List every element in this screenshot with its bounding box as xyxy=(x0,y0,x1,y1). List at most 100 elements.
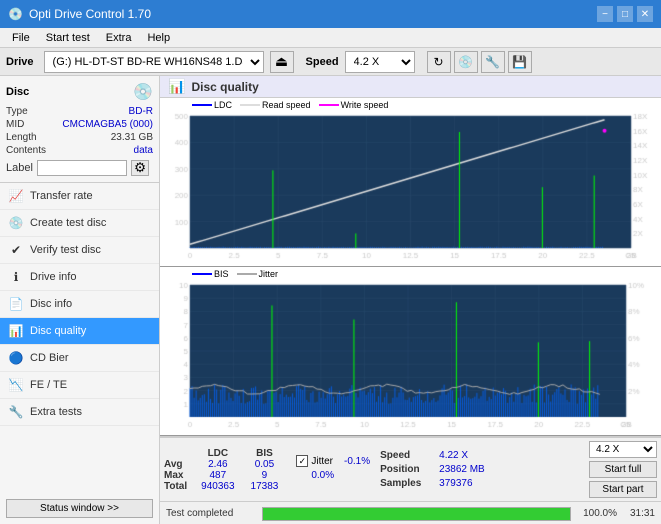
disc-quality-header-icon: 📊 xyxy=(168,78,185,95)
samples-value: 379376 xyxy=(439,478,472,489)
read-label: Read speed xyxy=(262,100,311,110)
position-row: Position 23862 MB xyxy=(380,464,485,475)
legend-read: Read speed xyxy=(240,100,311,110)
disc-button[interactable]: 💿 xyxy=(454,51,478,73)
save-button[interactable]: 💾 xyxy=(508,51,532,73)
progress-bar-inner xyxy=(263,508,570,520)
max-label: Max xyxy=(164,470,193,481)
fe-te-icon: 📉 xyxy=(8,377,24,393)
avg-jitter: -0.1% xyxy=(344,456,370,467)
disc-type-row: Type BD-R xyxy=(6,106,153,117)
max-jitter-row: 0.0% xyxy=(296,470,370,481)
legend-bis: BIS xyxy=(192,269,229,279)
menu-help[interactable]: Help xyxy=(139,30,178,46)
disc-contents-value: data xyxy=(134,145,153,156)
max-ldc: 487 xyxy=(193,470,242,481)
sidebar-item-drive-info[interactable]: ℹ Drive info xyxy=(0,264,159,291)
eject-button[interactable]: ⏏ xyxy=(270,51,294,73)
sidebar-item-create-test-disc[interactable]: 💿 Create test disc xyxy=(0,210,159,237)
sidebar-item-disc-quality[interactable]: 📊 Disc quality xyxy=(0,318,159,345)
settings-button[interactable]: 🔧 xyxy=(481,51,505,73)
start-part-button[interactable]: Start part xyxy=(589,481,657,498)
total-bis: 17383 xyxy=(243,481,287,492)
disc-length-value: 23.31 GB xyxy=(111,132,153,143)
disc-header: Disc 💿 xyxy=(6,82,153,102)
drivebar-icons: ↻ 💿 🔧 💾 xyxy=(427,51,532,73)
jitter-color xyxy=(237,273,257,275)
verify-test-disc-icon: ✔ xyxy=(8,242,24,258)
maximize-button[interactable]: □ xyxy=(617,6,633,22)
refresh-button[interactable]: ↻ xyxy=(427,51,451,73)
disc-info-icon: 📄 xyxy=(8,296,24,312)
speed-select[interactable]: 4.2 X xyxy=(345,51,415,73)
disc-label-input[interactable] xyxy=(37,160,127,176)
jitter-check-label: Jitter xyxy=(311,456,333,467)
sidebar-item-transfer-rate[interactable]: 📈 Transfer rate xyxy=(0,183,159,210)
drive-select[interactable]: (G:) HL-DT-ST BD-RE WH16NS48 1.D3 xyxy=(44,51,264,73)
position-value: 23862 MB xyxy=(439,464,485,475)
avg-bis: 0.05 xyxy=(243,459,287,470)
sidebar-item-verify-test-disc[interactable]: ✔ Verify test disc xyxy=(0,237,159,264)
content-area: 📊 Disc quality LDC Read speed xyxy=(160,76,661,524)
legend-jitter: Jitter xyxy=(237,269,279,279)
sidebar-item-disc-info[interactable]: 📄 Disc info xyxy=(0,291,159,318)
titlebar: 💿 Opti Drive Control 1.70 − □ ✕ xyxy=(0,0,661,28)
drivebar: Drive (G:) HL-DT-ST BD-RE WH16NS48 1.D3 … xyxy=(0,48,661,76)
minimize-button[interactable]: − xyxy=(597,6,613,22)
disc-label-row: Label ⚙ xyxy=(6,160,153,176)
status-window-button[interactable]: Status window >> xyxy=(6,499,153,518)
drive-label: Drive xyxy=(6,56,34,68)
transfer-rate-icon: 📈 xyxy=(8,188,24,204)
create-test-disc-icon: 💿 xyxy=(8,215,24,231)
avg-ldc: 2.46 xyxy=(193,459,242,470)
col-bis: BIS xyxy=(243,448,287,459)
disc-quality-title: Disc quality xyxy=(191,80,258,94)
app-icon: 💿 xyxy=(8,7,23,21)
sidebar-item-cd-bier[interactable]: 🔵 CD Bier xyxy=(0,345,159,372)
controls-section: 4.2 X Start full Start part xyxy=(589,441,657,498)
start-full-button[interactable]: Start full xyxy=(589,461,657,478)
total-ldc: 940363 xyxy=(193,481,242,492)
max-jitter: 0.0% xyxy=(311,470,334,481)
disc-mid-row: MID CMCMAGBA5 (000) xyxy=(6,119,153,130)
speed-key: Speed xyxy=(380,450,435,461)
menu-starttest[interactable]: Start test xyxy=(38,30,98,46)
progress-text: 100.0% xyxy=(577,508,617,519)
jitter-label: Jitter xyxy=(259,269,279,279)
legend-write: Write speed xyxy=(319,100,389,110)
total-label: Total xyxy=(164,481,193,492)
speed-dropdown[interactable]: 4.2 X xyxy=(589,441,657,458)
sidebar-item-extra-tests[interactable]: 🔧 Extra tests xyxy=(0,399,159,426)
stats-avg-row: Avg 2.46 0.05 xyxy=(164,459,286,470)
charts-area: LDC Read speed Write speed xyxy=(160,98,661,436)
menubar: File Start test Extra Help xyxy=(0,28,661,48)
stats-table: LDC BIS Avg 2.46 0.05 Max 487 xyxy=(164,448,286,492)
extra-tests-icon: 🔧 xyxy=(8,404,24,420)
stats-total-row: Total 940363 17383 xyxy=(164,481,286,492)
sidebar-item-label: Verify test disc xyxy=(30,244,101,256)
sidebar-item-label: Extra tests xyxy=(30,406,82,418)
write-label: Write speed xyxy=(341,100,389,110)
jitter-checkbox[interactable]: ✓ xyxy=(296,455,308,467)
menu-extra[interactable]: Extra xyxy=(98,30,140,46)
speed-info-section: Speed 4.22 X Position 23862 MB Samples 3… xyxy=(380,450,485,489)
disc-length-label: Length xyxy=(6,132,37,143)
menu-file[interactable]: File xyxy=(4,30,38,46)
close-button[interactable]: ✕ xyxy=(637,6,653,22)
bis-color xyxy=(192,273,212,275)
cd-bier-icon: 🔵 xyxy=(8,350,24,366)
col-ldc: LDC xyxy=(193,448,242,459)
disc-quality-icon: 📊 xyxy=(8,323,24,339)
sidebar-item-label: Disc info xyxy=(30,298,72,310)
sidebar-item-fe-te[interactable]: 📉 FE / TE xyxy=(0,372,159,399)
disc-type-value: BD-R xyxy=(129,106,153,117)
main-layout: Disc 💿 Type BD-R MID CMCMAGBA5 (000) Len… xyxy=(0,76,661,524)
titlebar-controls: − □ ✕ xyxy=(597,6,653,22)
disc-label-button[interactable]: ⚙ xyxy=(131,160,149,176)
disc-title: Disc xyxy=(6,86,29,98)
status-text: Test completed xyxy=(166,508,256,519)
legend-ldc: LDC xyxy=(192,100,232,110)
disc-contents-row: Contents data xyxy=(6,145,153,156)
sidebar-item-label: Drive info xyxy=(30,271,76,283)
jitter-checkbox-row: ✓ Jitter -0.1% xyxy=(296,455,370,467)
